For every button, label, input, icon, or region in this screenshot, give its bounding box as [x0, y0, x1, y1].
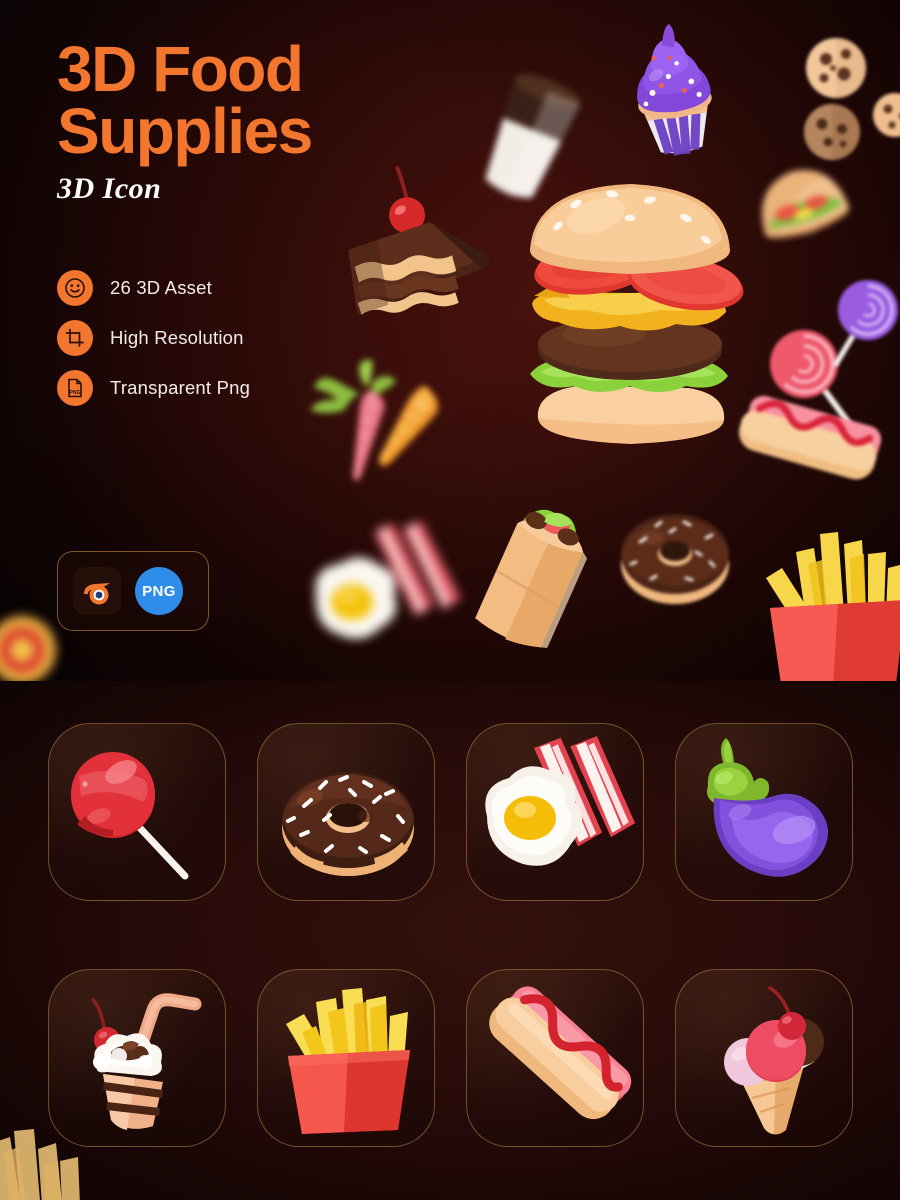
feature-label: 26 3D Asset	[110, 277, 212, 298]
page-title: 3D Food Supplies	[57, 37, 457, 168]
icon-card-french-fries[interactable]	[257, 969, 435, 1147]
icon-card-donut[interactable]	[257, 723, 435, 901]
icon-card-ice-cream-cone[interactable]	[675, 969, 853, 1147]
icon-grid-section	[0, 681, 900, 1200]
icon-card-eggplant[interactable]	[675, 723, 853, 901]
icon-card-egg-bacon[interactable]	[466, 723, 644, 901]
blender-logo-icon[interactable]	[73, 567, 121, 615]
poster-page: 3D Food Supplies 3D Icon 26 3D Asset Hig…	[0, 0, 900, 1200]
egg-bacon-icon	[485, 736, 636, 866]
icon-card-hot-dog[interactable]	[466, 969, 644, 1147]
taco-illustration	[742, 150, 862, 265]
png-file-icon: PNG	[57, 370, 93, 406]
hero-section: 3D Food Supplies 3D Icon 26 3D Asset Hig…	[0, 0, 900, 681]
smiley-face-icon	[57, 270, 93, 306]
format-badges: PNG	[57, 551, 209, 631]
burger-illustration	[500, 178, 760, 473]
crop-tool-icon	[57, 320, 93, 356]
icon-grid	[0, 681, 900, 1200]
donut-illustration	[612, 498, 738, 619]
svg-text:PNG: PNG	[69, 390, 80, 396]
carrots-illustration	[300, 352, 475, 497]
lollipop-purple-illustration	[818, 272, 900, 377]
feature-list: 26 3D Asset High Resolution PNG Transpar…	[57, 268, 250, 418]
cookie-chip-small-illustration	[868, 88, 900, 147]
cupcake-illustration	[608, 18, 738, 163]
egg-bacon-illustration	[308, 520, 468, 665]
feature-item-transparent-png: PNG Transparent Png	[57, 368, 250, 408]
ice-cream-cone-icon	[724, 986, 824, 1135]
burrito-wrap-illustration	[462, 500, 612, 665]
french-fries-illustration	[748, 508, 900, 681]
feature-item-asset-count: 26 3D Asset	[57, 268, 250, 308]
png-badge-icon[interactable]: PNG	[135, 567, 183, 615]
eggplant-icon	[707, 738, 828, 877]
hero-copy: 3D Food Supplies 3D Icon	[57, 37, 457, 206]
lollipop-icon	[71, 752, 189, 880]
french-fries-icon	[286, 988, 410, 1134]
donut-icon	[282, 772, 414, 876]
hot-dog-icon	[489, 986, 632, 1120]
feature-label: High Resolution	[110, 327, 244, 348]
icon-card-lollipop[interactable]	[48, 723, 226, 901]
feature-item-resolution: High Resolution	[57, 318, 250, 358]
title-line-2: Supplies	[57, 95, 313, 168]
feature-label: Transparent Png	[110, 377, 251, 398]
page-subtitle: 3D Icon	[57, 172, 162, 206]
corner-fries-illustration	[0, 1095, 126, 1200]
